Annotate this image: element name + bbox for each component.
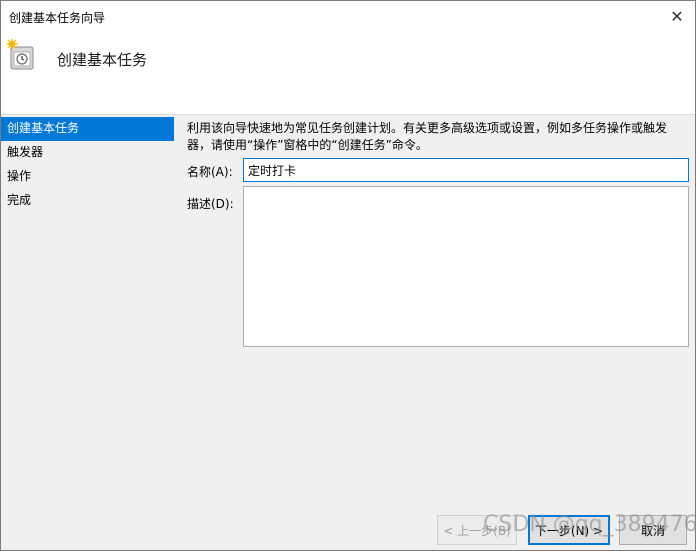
wizard-content: 利用该向导快速地为常见任务创建计划。有关更多高级选项或设置，例如多任务操作或触发… bbox=[187, 120, 691, 347]
name-row: 名称(A): bbox=[187, 158, 691, 182]
wizard-steps: 创建基本任务 触发器 操作 完成 bbox=[1, 115, 177, 515]
title-bar: 创建基本任务向导 ✕ bbox=[1, 1, 695, 31]
step-create-basic-task[interactable]: 创建基本任务 bbox=[1, 117, 174, 141]
wizard-window: 创建基本任务向导 ✕ 创建基本任务 创建基本任务 触发器 操作 完成 利用该向导… bbox=[0, 0, 696, 551]
step-finish[interactable]: 完成 bbox=[1, 189, 177, 213]
wizard-footer: < 上一步(B) 下一步(N) > 取消 bbox=[1, 507, 695, 551]
next-button[interactable]: 下一步(N) > bbox=[528, 515, 610, 545]
close-icon[interactable]: ✕ bbox=[659, 1, 695, 31]
step-action[interactable]: 操作 bbox=[1, 165, 177, 189]
back-button[interactable]: < 上一步(B) bbox=[437, 515, 517, 545]
wizard-header: 创建基本任务 bbox=[1, 31, 695, 115]
name-label: 名称(A): bbox=[187, 165, 233, 179]
description-label: 描述(D): bbox=[187, 197, 234, 211]
step-trigger[interactable]: 触发器 bbox=[1, 141, 177, 165]
name-input[interactable] bbox=[243, 158, 689, 182]
description-input[interactable] bbox=[243, 186, 689, 347]
wizard-description: 利用该向导快速地为常见任务创建计划。有关更多高级选项或设置，例如多任务操作或触发… bbox=[187, 121, 668, 152]
scheduled-task-icon bbox=[7, 39, 34, 70]
page-title: 创建基本任务 bbox=[57, 51, 148, 69]
window-title: 创建基本任务向导 bbox=[9, 11, 106, 25]
cancel-button[interactable]: 取消 bbox=[619, 515, 687, 545]
description-row: 描述(D): bbox=[187, 186, 691, 350]
